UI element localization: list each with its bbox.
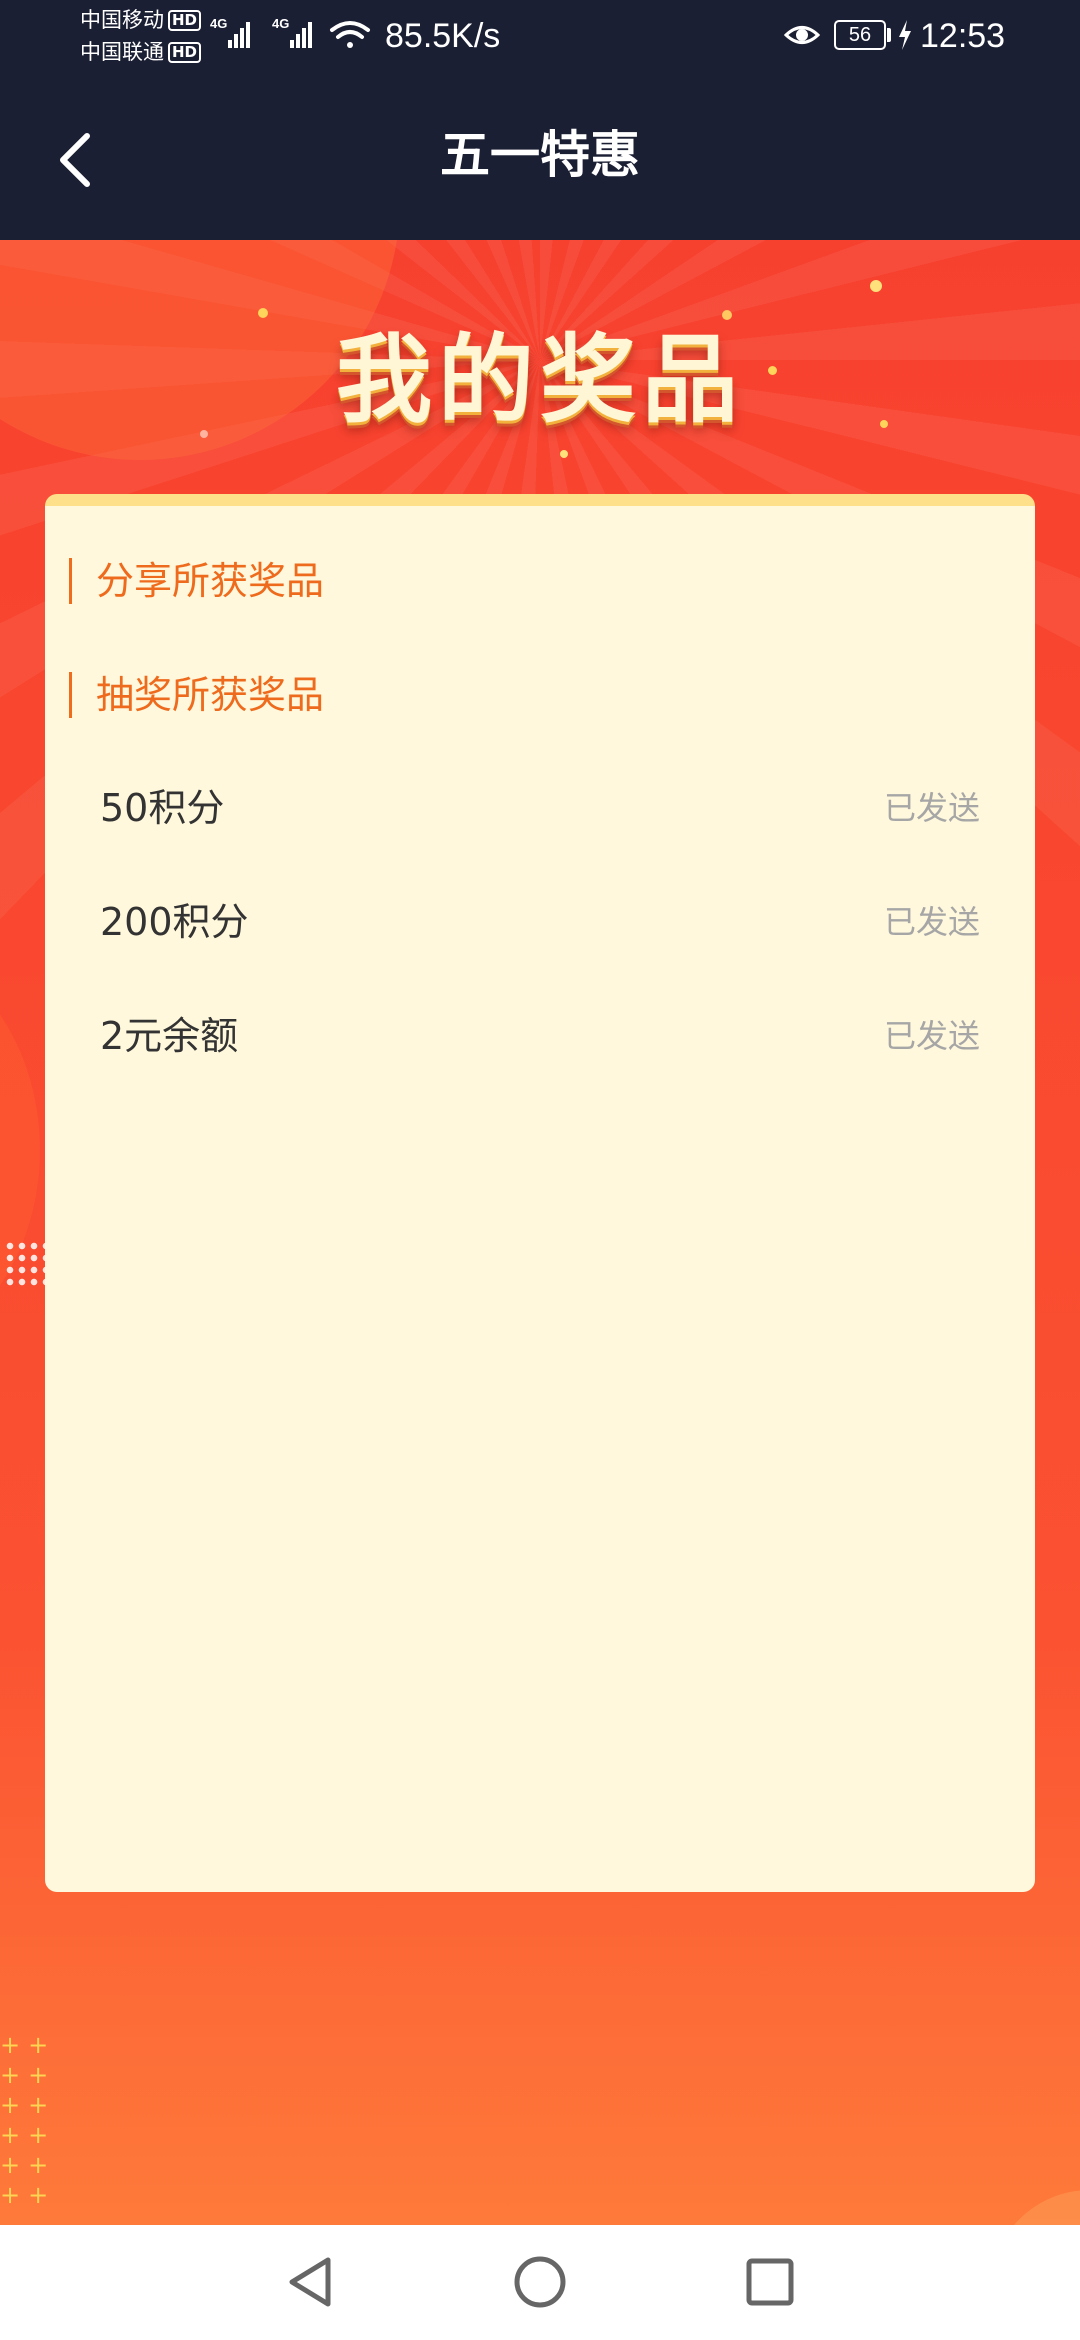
net-speed: 85.5K/s <box>385 17 501 55</box>
prize-status: 已发送 <box>883 903 980 941</box>
eye-icon <box>784 26 820 44</box>
section-lottery-prizes: 抽奖所获奖品 <box>69 670 324 720</box>
system-nav-bar <box>0 2225 1080 2340</box>
signal-1-icon: 4G <box>210 16 250 48</box>
decor-circle <box>990 2190 1080 2225</box>
network-type-2: 4G <box>272 16 289 31</box>
square-recents-icon <box>746 2258 794 2306</box>
section-title: 抽奖所获奖品 <box>96 673 325 717</box>
my-prizes-heading: 我的奖品 <box>336 324 744 436</box>
confetti <box>560 450 568 458</box>
wifi-icon <box>330 21 370 48</box>
prize-status: 已发送 <box>883 1017 980 1055</box>
section-accent-bar <box>69 558 72 604</box>
hd-badge-1: HD <box>168 9 202 31</box>
prize-status: 已发送 <box>883 789 980 827</box>
charging-bolt-icon <box>899 20 911 50</box>
page-title: 五一特惠 <box>440 126 640 184</box>
nav-home-button[interactable] <box>505 2247 575 2317</box>
prize-name: 50积分 <box>100 786 225 830</box>
carrier-1-name: 中国移动 <box>80 8 164 32</box>
signal-wifi-icons: 4G 4G <box>210 16 370 48</box>
nav-recents-button[interactable] <box>735 2247 805 2317</box>
prize-name: 200积分 <box>100 900 249 944</box>
circle-home-icon <box>514 2256 566 2308</box>
dot-pattern <box>4 1240 48 1290</box>
nav-back-button[interactable] <box>275 2247 345 2317</box>
app-bar: 五一特惠 <box>0 75 1080 240</box>
prize-card: 分享所获奖品 抽奖所获奖品 50积分 已发送 200积分 已发送 2元余额 已发… <box>45 494 1035 1892</box>
hd-badge-2: HD <box>168 41 202 63</box>
section-title: 分享所获奖品 <box>96 559 325 603</box>
prize-row: 200积分 已发送 <box>100 892 980 952</box>
prize-row: 50积分 已发送 <box>100 778 980 838</box>
section-accent-bar <box>69 672 72 718</box>
prize-row: 2元余额 已发送 <box>100 1006 980 1066</box>
plus-pattern: ++ ++ ++ ++ ++ ++ <box>0 2031 57 2209</box>
carrier-1: 中国移动 HD <box>80 8 202 32</box>
confetti <box>258 308 268 318</box>
status-bar: 中国移动 HD 中国联通 HD 4G 4G 85.5K/s 56 12:53 <box>0 0 1080 75</box>
network-type-1: 4G <box>210 16 227 31</box>
clock: 12:53 <box>920 17 1006 55</box>
confetti <box>722 310 732 320</box>
section-share-prizes: 分享所获奖品 <box>69 556 324 606</box>
carrier-2: 中国联通 HD <box>80 40 202 64</box>
signal-2-icon: 4G <box>272 16 312 48</box>
prize-name: 2元余额 <box>100 1014 239 1058</box>
decor-circle <box>0 940 40 1360</box>
confetti <box>870 280 882 292</box>
triangle-back-icon <box>289 2257 331 2307</box>
carrier-2-name: 中国联通 <box>80 40 164 64</box>
battery-tip <box>887 28 891 42</box>
battery-indicator: 56 <box>834 20 886 50</box>
